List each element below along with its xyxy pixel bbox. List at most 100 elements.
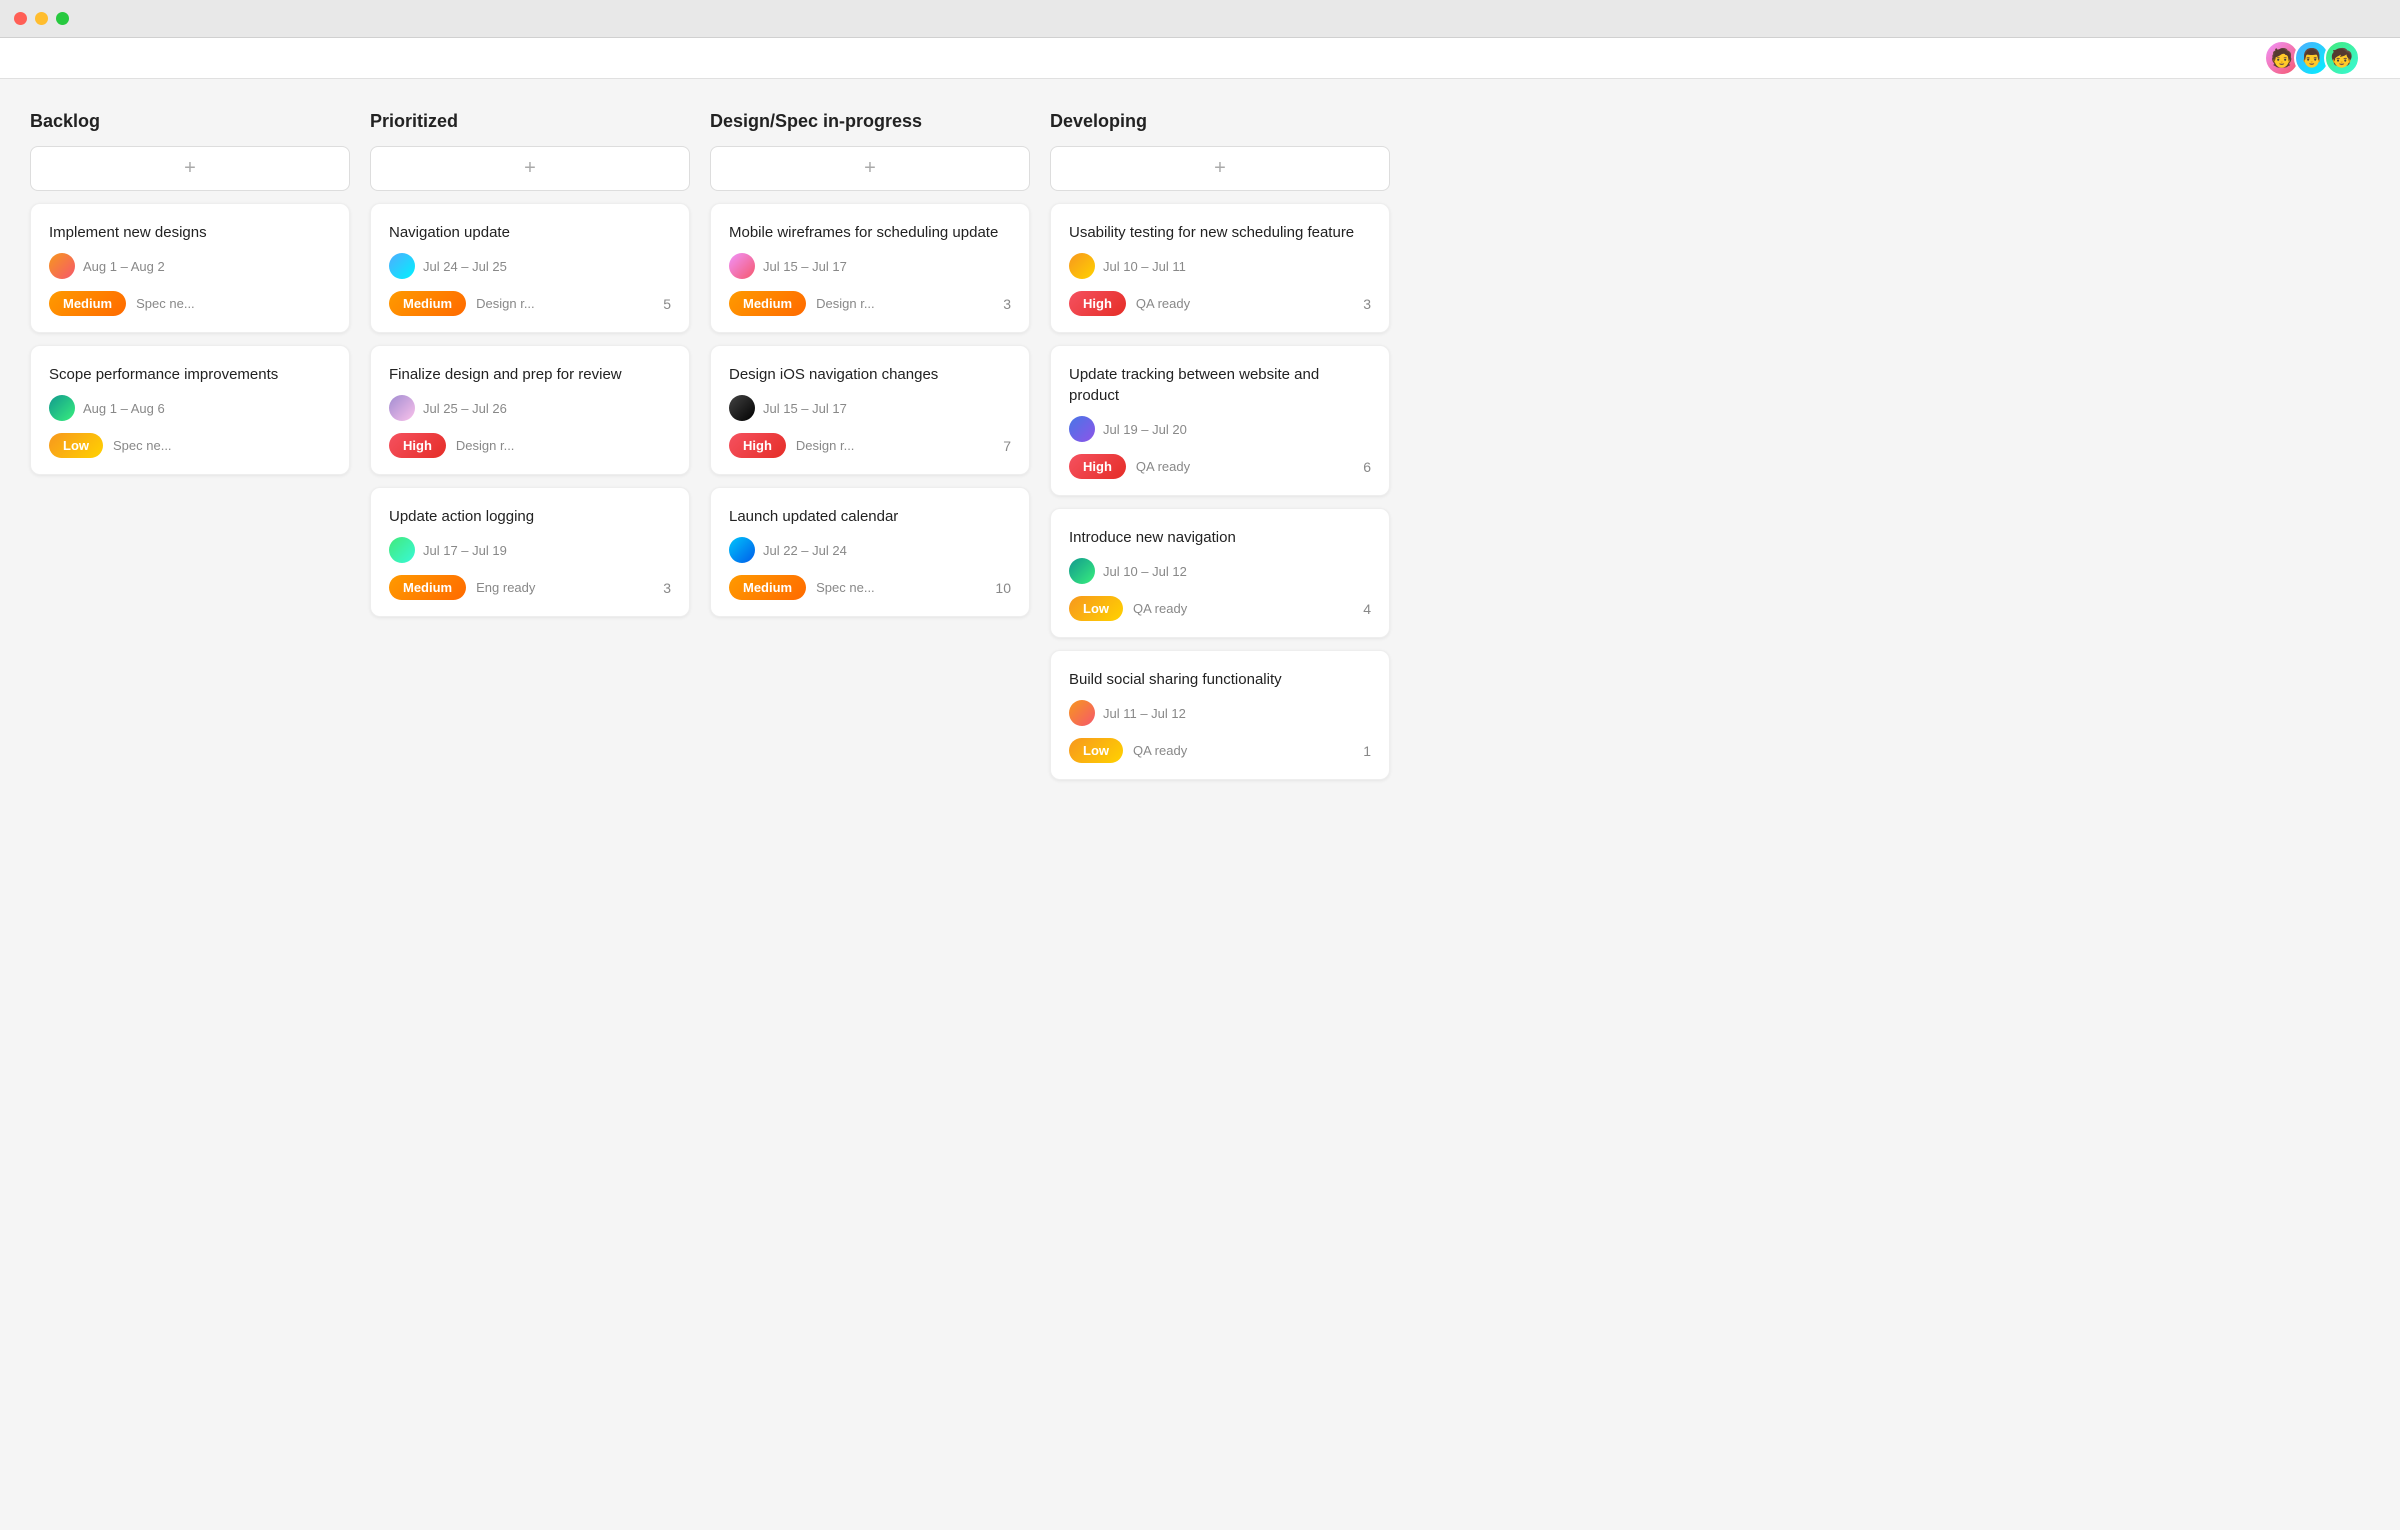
card-count: 10 — [995, 580, 1011, 596]
user-avatar-3[interactable]: 🧒 — [2324, 40, 2360, 76]
priority-badge: Medium — [389, 291, 466, 316]
card-avatar — [1069, 416, 1095, 442]
priority-badge: Medium — [49, 291, 126, 316]
card-title: Finalize design and prep for review — [389, 364, 671, 385]
card-count: 6 — [1363, 459, 1371, 475]
card-date: Jul 17 – Jul 19 — [423, 543, 507, 558]
card-date: Jul 15 – Jul 17 — [763, 401, 847, 416]
card-footer: Medium Spec ne... — [49, 291, 331, 316]
card-footer: HighDesign r... — [389, 433, 671, 458]
card-avatar — [729, 395, 755, 421]
add-card-button-design-spec[interactable]: + — [710, 146, 1030, 191]
card-meta: Jul 22 – Jul 24 — [729, 537, 1011, 563]
add-card-button-developing[interactable]: + — [1050, 146, 1390, 191]
priority-badge: Medium — [729, 291, 806, 316]
card-title: Design iOS navigation changes — [729, 364, 1011, 385]
card-footer: MediumEng ready3 — [389, 575, 671, 600]
card-footer: Low QA ready 4 — [1069, 596, 1371, 621]
card-avatar — [729, 253, 755, 279]
card-developing-0[interactable]: Usability testing for new scheduling fea… — [1050, 203, 1390, 333]
priority-badge: Low — [49, 433, 103, 458]
priority-badge: Medium — [729, 575, 806, 600]
card-meta: Aug 1 – Aug 6 — [49, 395, 331, 421]
header: 🧑 👨 🧒 — [0, 38, 2400, 79]
card-status: QA ready — [1136, 459, 1190, 474]
card-avatar — [49, 395, 75, 421]
card-meta: Jul 25 – Jul 26 — [389, 395, 671, 421]
add-card-button-prioritized[interactable]: + — [370, 146, 690, 191]
card-date: Jul 10 – Jul 11 — [1103, 259, 1186, 274]
card-status: QA ready — [1133, 601, 1187, 616]
card-avatar — [389, 395, 415, 421]
card-meta: Aug 1 – Aug 2 — [49, 253, 331, 279]
card-date: Aug 1 – Aug 2 — [83, 259, 165, 274]
card-status: QA ready — [1136, 296, 1190, 311]
card-avatar — [389, 537, 415, 563]
card-title: Mobile wireframes for scheduling update — [729, 222, 1011, 243]
card-prioritized-2[interactable]: Update action logging Jul 17 – Jul 19 Medi… — [370, 487, 690, 617]
card-meta: Jul 15 – Jul 17 — [729, 253, 1011, 279]
card-status: Design r... — [456, 438, 515, 453]
card-date: Jul 22 – Jul 24 — [763, 543, 847, 558]
close-dot[interactable] — [14, 12, 27, 25]
priority-badge: High — [1069, 454, 1126, 479]
card-footer: MediumDesign r...3 — [729, 291, 1011, 316]
column-prioritized: Prioritized+Navigation updateJul 24 – Ju… — [370, 111, 690, 792]
card-avatar — [1069, 253, 1095, 279]
card-meta: Jul 10 – Jul 11 — [1069, 253, 1371, 279]
card-developing-3[interactable]: Build social sharing functionalityJul 11… — [1050, 650, 1390, 780]
card-count: 5 — [663, 296, 671, 312]
column-developing: Developing+Usability testing for new sch… — [1050, 111, 1390, 792]
card-design-spec-2[interactable]: Launch updated calendarJul 22 – Jul 24Me… — [710, 487, 1030, 617]
card-title: Update action logging — [389, 506, 671, 527]
card-design-spec-0[interactable]: Mobile wireframes for scheduling update J… — [710, 203, 1030, 333]
card-avatar — [389, 253, 415, 279]
card-date: Jul 15 – Jul 17 — [763, 259, 847, 274]
maximize-dot[interactable] — [56, 12, 69, 25]
card-meta: Jul 17 – Jul 19 — [389, 537, 671, 563]
card-title: Scope performance improvements — [49, 364, 331, 385]
card-footer: Medium Spec ne... 10 — [729, 575, 1011, 600]
card-developing-2[interactable]: Introduce new navigationJul 10 – Jul 12L… — [1050, 508, 1390, 638]
card-date: Jul 19 – Jul 20 — [1103, 422, 1187, 437]
column-header-design-spec: Design/Spec in-progress — [710, 111, 1030, 132]
card-status: Spec ne... — [816, 580, 875, 595]
card-avatar — [729, 537, 755, 563]
card-prioritized-1[interactable]: Finalize design and prep for review Jul 2… — [370, 345, 690, 475]
card-footer: High Design r... 7 — [729, 433, 1011, 458]
card-title: Implement new designs — [49, 222, 331, 243]
card-title: Navigation update — [389, 222, 671, 243]
card-avatar — [1069, 558, 1095, 584]
card-date: Jul 10 – Jul 12 — [1103, 564, 1187, 579]
card-count: 3 — [1363, 296, 1371, 312]
user-avatars: 🧑 👨 🧒 — [2264, 40, 2360, 76]
card-backlog-0[interactable]: Implement new designs Aug 1 – Aug 2 Medium… — [30, 203, 350, 333]
card-date: Jul 11 – Jul 12 — [1103, 706, 1186, 721]
card-count: 7 — [1003, 438, 1011, 454]
card-count: 4 — [1363, 601, 1371, 617]
card-footer: Low Spec ne... — [49, 433, 331, 458]
card-developing-1[interactable]: Update tracking between website and prod… — [1050, 345, 1390, 496]
priority-badge: Low — [1069, 596, 1123, 621]
card-meta: Jul 19 – Jul 20 — [1069, 416, 1371, 442]
card-prioritized-0[interactable]: Navigation update Jul 24 – Jul 25 MediumDe… — [370, 203, 690, 333]
card-avatar — [49, 253, 75, 279]
card-status: QA ready — [1133, 743, 1187, 758]
card-title: Update tracking between website and prod… — [1069, 364, 1371, 406]
card-status: Spec ne... — [136, 296, 195, 311]
card-status: Design r... — [796, 438, 855, 453]
card-status: Spec ne... — [113, 438, 172, 453]
priority-badge: High — [1069, 291, 1126, 316]
column-design-spec: Design/Spec in-progress + Mobile wireframe… — [710, 111, 1030, 792]
add-card-button-backlog[interactable]: + — [30, 146, 350, 191]
card-status: Design r... — [816, 296, 875, 311]
card-footer: MediumDesign r...5 — [389, 291, 671, 316]
card-backlog-1[interactable]: Scope performance improvements Aug 1 – Au… — [30, 345, 350, 475]
card-design-spec-1[interactable]: Design iOS navigation changes Jul 15 – Ju… — [710, 345, 1030, 475]
priority-badge: Medium — [389, 575, 466, 600]
card-meta: Jul 11 – Jul 12 — [1069, 700, 1371, 726]
kanban-board: Backlog+Implement new designsAug 1 – Aug… — [0, 79, 2400, 824]
minimize-dot[interactable] — [35, 12, 48, 25]
priority-badge: High — [729, 433, 786, 458]
card-meta: Jul 24 – Jul 25 — [389, 253, 671, 279]
